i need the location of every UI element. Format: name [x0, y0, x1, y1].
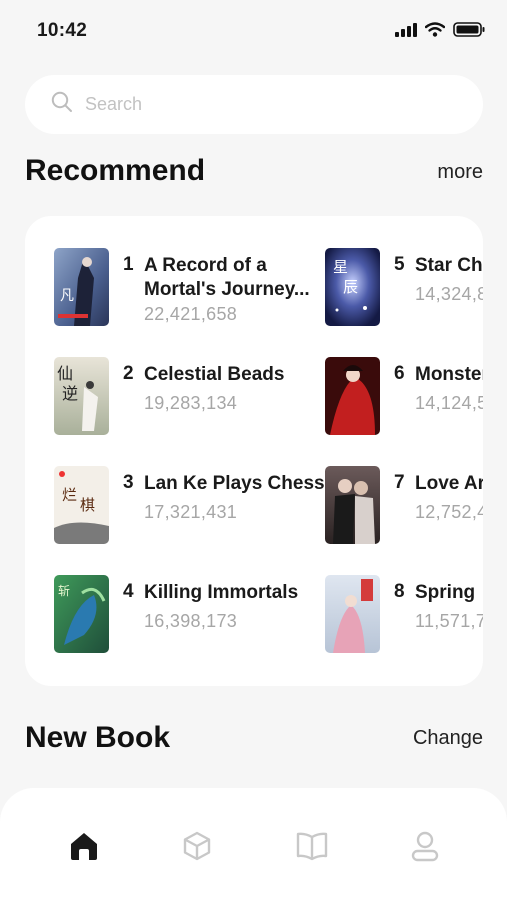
battery-icon [453, 22, 485, 42]
book-rank: 4 [123, 581, 134, 602]
book-cover-6 [325, 357, 380, 435]
nav-profile[interactable] [403, 826, 447, 870]
user-icon [410, 830, 440, 867]
book-item-1[interactable]: 凡 1 A Record of a Mortal's Journey... 22… [54, 248, 324, 328]
bottom-nav [0, 788, 507, 900]
svg-text:凡: 凡 [60, 288, 74, 304]
nav-home[interactable] [62, 826, 106, 870]
book-read-count: 14,124,5 [415, 393, 483, 413]
book-read-count: 14,324,8 [415, 284, 483, 304]
svg-text:烂: 烂 [62, 486, 77, 504]
cube-icon [181, 830, 213, 867]
book-rank: 5 [394, 254, 405, 275]
recommend-section-title: Recommend [25, 154, 206, 187]
book-rank: 8 [394, 581, 405, 602]
book-cover-3: 烂 棋 [54, 466, 109, 544]
book-cover-5: 星 辰 [325, 248, 380, 326]
nav-discover[interactable] [175, 826, 219, 870]
book-cover-8 [325, 575, 380, 653]
book-rank: 6 [394, 363, 405, 384]
book-cover-7 [325, 466, 380, 544]
book-title: Spring [415, 582, 476, 603]
search-bar[interactable] [25, 75, 483, 134]
book-title: Monster [415, 364, 483, 385]
book-title: Lan Ke Plays Chess [144, 473, 325, 494]
book-item-8[interactable]: 8 Spring 11,571,7 [325, 575, 483, 655]
book-open-icon [295, 831, 329, 866]
status-time: 10:42 [37, 20, 88, 41]
book-item-4[interactable]: 斩 4 Killing Immortals 16,398,173 [54, 575, 324, 655]
svg-text:辰: 辰 [343, 278, 358, 296]
book-read-count: 12,752,4 [415, 502, 483, 522]
nav-library[interactable] [290, 826, 334, 870]
book-read-count: 16,398,173 [144, 611, 238, 631]
wifi-icon [424, 22, 446, 42]
book-item-2[interactable]: 仙 逆 2 Celestial Beads 19,283,134 [54, 357, 324, 437]
book-rank: 1 [123, 254, 134, 275]
book-read-count: 22,421,658 [144, 304, 238, 324]
book-item-3[interactable]: 烂 棋 3 Lan Ke Plays Chess 17,321,431 [54, 466, 325, 546]
status-bar: 10:42 [0, 0, 507, 62]
home-icon [68, 831, 100, 866]
book-read-count: 11,571,7 [415, 611, 483, 631]
book-cover-1: 凡 [54, 248, 109, 326]
book-rank: 2 [123, 363, 134, 384]
book-cover-2: 仙 逆 [54, 357, 109, 435]
svg-text:逆: 逆 [62, 384, 78, 403]
book-item-6[interactable]: 6 Monster 14,124,5 [325, 357, 483, 437]
book-read-count: 17,321,431 [144, 502, 238, 522]
book-cover-4: 斩 [54, 575, 109, 653]
book-item-5[interactable]: 星 辰 5 Star Cha 14,324,8 [325, 248, 483, 328]
book-title: Celestial Beads [144, 364, 285, 385]
book-title: Killing Immortals [144, 582, 299, 603]
search-icon [51, 91, 73, 118]
book-item-7[interactable]: 7 Love Ar 12,752,4 [325, 466, 483, 546]
status-icons [395, 22, 485, 42]
svg-text:斩: 斩 [58, 584, 70, 598]
book-title: A Record of a Mortal's Journey... [144, 255, 310, 300]
search-input[interactable] [85, 94, 445, 115]
book-title: Love Ar [415, 473, 483, 494]
change-link[interactable]: Change [413, 727, 483, 750]
book-rank: 3 [123, 472, 134, 493]
svg-text:仙: 仙 [57, 364, 73, 383]
new-book-section-title: New Book [25, 721, 171, 754]
app-screen: 10:42 Search Recommend more 凡 1 A Record… [0, 0, 507, 900]
svg-text:棋: 棋 [80, 496, 95, 514]
book-read-count: 19,283,134 [144, 393, 238, 413]
cellular-signal-icon [395, 22, 417, 42]
book-title: Star Cha [415, 255, 483, 276]
svg-text:星: 星 [333, 258, 348, 276]
book-rank: 7 [394, 472, 405, 493]
recommend-card: 凡 1 A Record of a Mortal's Journey... 22… [25, 216, 483, 686]
more-link[interactable]: more [437, 161, 483, 184]
